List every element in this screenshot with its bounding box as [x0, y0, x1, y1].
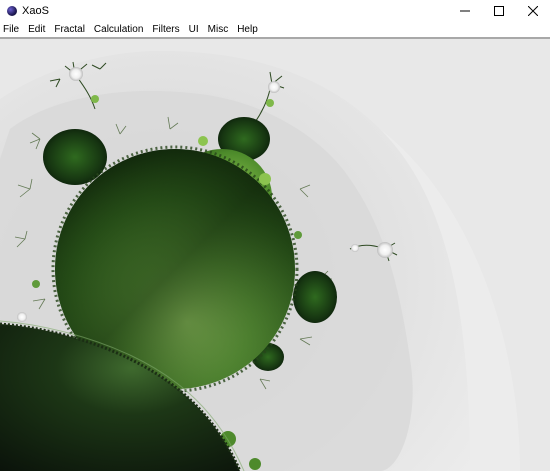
mini-bulb-6 [32, 280, 40, 288]
mini-bulb-2 [266, 99, 274, 107]
white-blob-right [377, 242, 393, 258]
white-blob-top-right [268, 81, 280, 93]
bulb-right-edge [293, 271, 337, 323]
title-bar: XaoS [0, 0, 550, 22]
menu-file[interactable]: File [0, 22, 24, 37]
mini-bulb-4 [259, 173, 271, 185]
white-blob-small-right [351, 244, 359, 252]
white-blob-top-left [69, 67, 83, 81]
menu-edit[interactable]: Edit [24, 22, 50, 37]
minimize-button[interactable] [448, 0, 482, 22]
fractal-canvas[interactable] [0, 39, 550, 472]
menu-misc[interactable]: Misc [204, 22, 234, 37]
bulb-upper-left [43, 129, 107, 185]
white-blob-left [17, 312, 27, 322]
xaos-app-icon [7, 6, 17, 16]
window-title: XaoS [22, 5, 49, 17]
menu-fractal[interactable]: Fractal [50, 22, 90, 37]
menu-bar: File Edit Fractal Calculation Filters UI… [0, 22, 550, 37]
fractal-image [0, 39, 550, 472]
close-button[interactable] [516, 0, 550, 22]
mini-bulb-8 [249, 458, 261, 470]
maximize-icon [494, 6, 504, 16]
mini-bulb-3 [198, 136, 208, 146]
menu-ui[interactable]: UI [185, 22, 204, 37]
close-icon [528, 6, 538, 16]
mini-bulb-1 [91, 95, 99, 103]
mini-bulb-5 [294, 231, 302, 239]
maximize-button[interactable] [482, 0, 516, 22]
minimize-icon [460, 10, 470, 12]
window-controls [448, 0, 550, 22]
menu-calculation[interactable]: Calculation [90, 22, 148, 37]
menu-help[interactable]: Help [233, 22, 263, 37]
menu-filters[interactable]: Filters [148, 22, 184, 37]
